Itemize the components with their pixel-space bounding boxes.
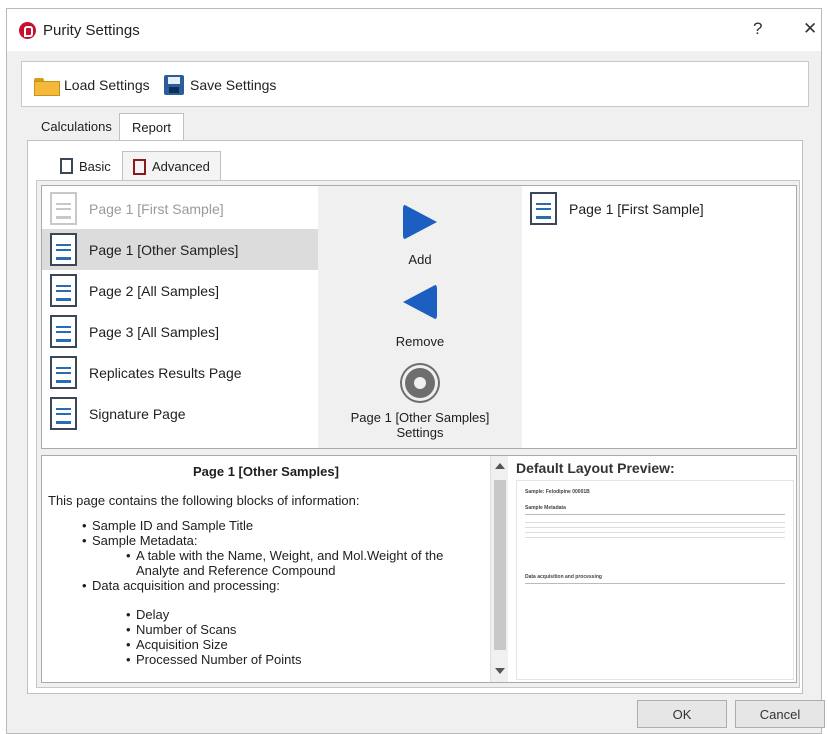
list-item[interactable]: Signature Page xyxy=(42,393,318,434)
load-settings-label: Load Settings xyxy=(64,77,150,93)
list-item[interactable]: Replicates Results Page xyxy=(42,352,318,393)
description-heading: Page 1 [Other Samples] xyxy=(193,464,339,479)
list-item: Acquisition Size xyxy=(126,637,484,652)
layout-preview: Sample: Felodipine 00001B Sample Metadat… xyxy=(516,480,794,680)
preview-section-metadata: Sample Metadata xyxy=(525,505,566,511)
list-item: Data acquisition and processing: xyxy=(82,578,484,593)
preview-text-row xyxy=(525,602,655,607)
toolbar: Load Settings Save Settings xyxy=(21,61,809,107)
page-doc-icon xyxy=(50,356,77,389)
add-button[interactable]: Add xyxy=(318,204,522,267)
arrow-right-icon xyxy=(403,204,437,240)
page-info-area: Page 1 [Other Samples] This page contain… xyxy=(41,455,797,683)
page-doc-icon xyxy=(50,315,77,348)
list-item-label: Page 2 [All Samples] xyxy=(89,282,219,299)
tab-report[interactable]: Report xyxy=(119,113,185,141)
page-doc-icon xyxy=(50,233,77,266)
remove-button[interactable]: Remove xyxy=(318,284,522,349)
list-item[interactable]: Page 1 [Other Samples] xyxy=(42,229,318,270)
page-doc-icon xyxy=(530,192,557,225)
save-settings-label: Save Settings xyxy=(190,77,277,93)
list-item[interactable]: Page 1 [First Sample] xyxy=(522,188,796,229)
page-description: Page 1 [Other Samples] This page contain… xyxy=(42,456,490,682)
list-item-label: Page 1 [Other Samples] xyxy=(89,241,239,258)
list-item[interactable]: Page 2 [All Samples] xyxy=(42,270,318,311)
scroll-up-icon[interactable] xyxy=(493,460,507,474)
list-item-label: Signature Page xyxy=(89,405,186,422)
subtab-basic[interactable]: Basic xyxy=(50,151,121,181)
list-item-text: Analyte and Reference Compound xyxy=(136,563,336,578)
scroll-down-icon[interactable] xyxy=(493,664,507,678)
save-disk-icon xyxy=(164,75,184,95)
list-item: Processed Number of Points xyxy=(126,652,484,667)
window-title: Purity Settings xyxy=(43,22,140,39)
load-settings-button[interactable]: Load Settings xyxy=(34,74,150,96)
description-scrollbar[interactable] xyxy=(490,456,508,682)
preview-rule xyxy=(525,583,785,584)
page-actions: Add Remove Page 1 [Other Samples] Settin… xyxy=(318,186,522,448)
arrow-left-icon xyxy=(403,284,437,320)
close-button[interactable]: ✕ xyxy=(803,19,817,39)
settings-label-line2: Settings xyxy=(396,425,444,440)
list-item: Sample ID and Sample Title xyxy=(82,518,484,533)
page-doc-icon xyxy=(50,192,77,225)
help-button[interactable]: ? xyxy=(753,19,762,39)
page-doc-icon xyxy=(50,397,77,430)
subtab-basic-label: Basic xyxy=(79,158,111,174)
subtab-advanced[interactable]: Advanced xyxy=(122,151,221,181)
basic-doc-icon xyxy=(60,158,73,174)
preview-sample-line: Sample: Felodipine 00001B xyxy=(525,489,590,495)
folder-icon xyxy=(34,76,60,96)
description-list: Sample ID and Sample Title Sample Metada… xyxy=(48,518,484,667)
list-item[interactable]: Page 3 [All Samples] xyxy=(42,311,318,352)
selected-pages-list: Page 1 [First Sample] xyxy=(522,186,796,448)
list-item-label: Page 1 [First Sample] xyxy=(89,200,224,217)
list-item-text: A table with the Name, Weight, and Mol.W… xyxy=(136,548,444,563)
cancel-button[interactable]: Cancel xyxy=(735,700,825,728)
list-item: Sample Metadata: xyxy=(82,533,484,548)
report-panel: Basic Advanced Page 1 [First Sample] Pag… xyxy=(27,140,803,694)
page-doc-icon xyxy=(50,274,77,307)
available-pages-list: Page 1 [First Sample] Page 1 [Other Samp… xyxy=(42,186,318,448)
list-item: Delay xyxy=(126,607,484,622)
subtab-advanced-label: Advanced xyxy=(152,159,210,174)
purity-settings-dialog: Purity Settings ? ✕ Load Settings Save S… xyxy=(6,8,825,734)
advanced-doc-icon xyxy=(133,158,146,175)
gear-icon xyxy=(405,368,435,398)
list-item-label: Page 3 [All Samples] xyxy=(89,323,219,340)
remove-label: Remove xyxy=(395,334,445,349)
list-item[interactable]: Page 1 [First Sample] xyxy=(42,188,318,229)
preview-section-acquisition: Data acquisition and processing xyxy=(525,574,602,580)
tab-calculations[interactable]: Calculations xyxy=(29,113,124,141)
scroll-thumb[interactable] xyxy=(494,480,506,650)
title-bar: Purity Settings ? ✕ xyxy=(7,9,821,51)
page-settings-button[interactable]: Page 1 [Other Samples] Settings xyxy=(318,368,522,440)
preview-table-row xyxy=(525,533,785,538)
preview-rule xyxy=(525,514,785,515)
ok-button[interactable]: OK xyxy=(637,700,727,728)
settings-label-line1: Page 1 [Other Samples] xyxy=(350,410,490,425)
description-intro: This page contains the following blocks … xyxy=(48,493,360,508)
list-item: A table with the Name, Weight, and Mol.W… xyxy=(126,548,484,578)
page-selection-area: Page 1 [First Sample] Page 1 [Other Samp… xyxy=(41,185,797,449)
advanced-panel: Page 1 [First Sample] Page 1 [Other Samp… xyxy=(36,180,800,688)
app-logo-icon xyxy=(19,22,36,39)
preview-title: Default Layout Preview: xyxy=(516,460,675,476)
list-item-label: Page 1 [First Sample] xyxy=(569,200,704,217)
add-label: Add xyxy=(408,252,432,267)
save-settings-button[interactable]: Save Settings xyxy=(164,74,276,96)
list-item: Number of Scans xyxy=(126,622,484,637)
list-item-label: Replicates Results Page xyxy=(89,364,242,381)
